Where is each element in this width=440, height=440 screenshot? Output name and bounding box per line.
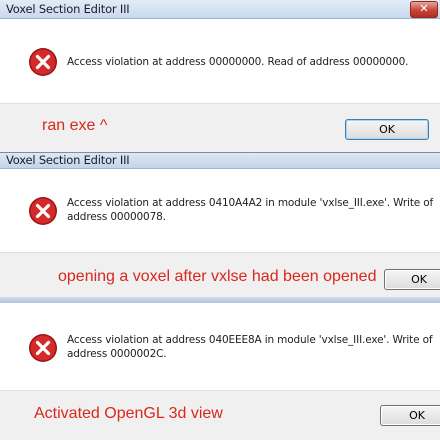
error-message: Access violation at address 040EEE8A in … — [67, 333, 433, 361]
annotation-text: opening a voxel after vxlse had been ope… — [58, 268, 377, 285]
dialog-title-bar[interactable]: Voxel Section Editor III — [0, 0, 440, 19]
error-message-line: address 00000078. — [67, 211, 166, 223]
dialog-footer: ran exe ^ OK — [0, 103, 440, 152]
error-message-line: Access violation at address 00000000. Re… — [67, 56, 409, 68]
dialog-title-bar[interactable]: Voxel Section Editor III — [0, 152, 440, 169]
error-message: Access violation at address 0410A4A2 in … — [67, 196, 433, 224]
close-button[interactable]: ✕ — [410, 1, 438, 18]
error-message-line: Access violation at address 0410A4A2 in … — [67, 197, 434, 209]
annotation-text: ran exe ^ — [42, 117, 108, 134]
error-message-line: Access violation at address 040EEE8A in … — [67, 334, 433, 346]
error-dialog-1: Voxel Section Editor III ✕ Access violat… — [0, 0, 440, 152]
error-icon — [29, 334, 57, 362]
error-icon — [29, 48, 57, 76]
ok-button[interactable]: OK — [380, 405, 440, 426]
error-dialog-3: Access violation at address 040EEE8A in … — [0, 303, 440, 440]
error-dialog-2: Voxel Section Editor III Access violatio… — [0, 152, 440, 302]
close-icon: ✕ — [419, 2, 429, 15]
dialog-title: Voxel Section Editor III — [6, 2, 130, 16]
ok-button[interactable]: OK — [384, 269, 440, 290]
dialog-footer: opening a voxel after vxlse had been ope… — [0, 252, 440, 302]
error-message: Access violation at address 00000000. Re… — [67, 55, 408, 69]
error-icon — [29, 197, 57, 225]
dialog-title: Voxel Section Editor III — [6, 153, 130, 167]
dialog-footer: Activated OpenGL 3d view OK — [0, 390, 440, 440]
ok-button[interactable]: OK — [345, 119, 429, 140]
error-message-line: address 0000002C. — [67, 348, 167, 360]
annotation-text: Activated OpenGL 3d view — [34, 405, 223, 422]
